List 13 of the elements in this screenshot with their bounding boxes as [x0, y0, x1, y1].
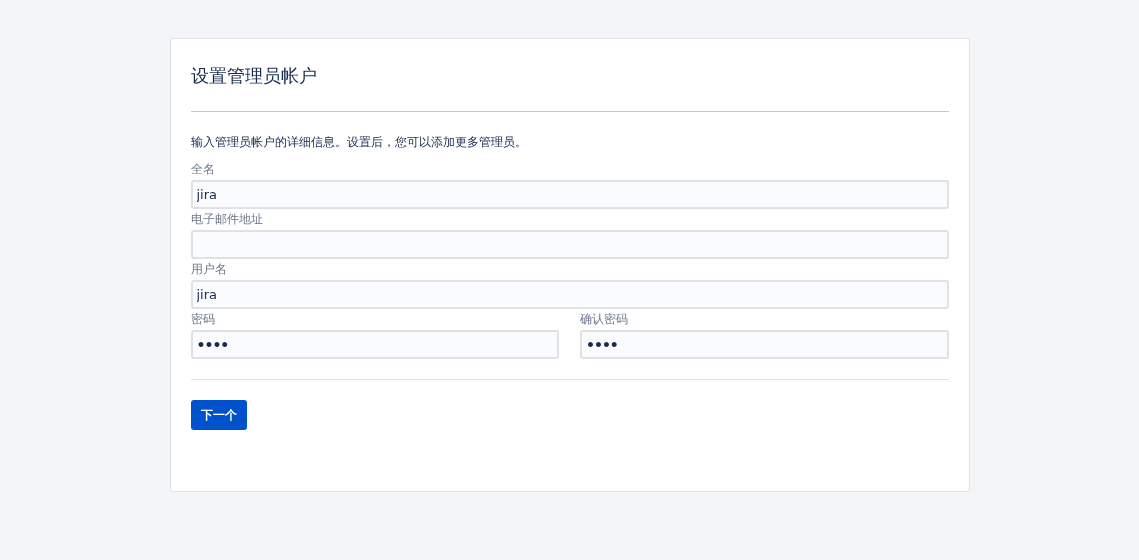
next-button[interactable]: 下一个: [190, 400, 247, 430]
description-text: 输入管理员帐户的详细信息。设置后，您可以添加更多管理员。: [190, 134, 528, 150]
text-field[interactable]: jira: [190, 180, 949, 209]
field-label: 密码: [190, 312, 215, 326]
text-field[interactable]: jira: [190, 280, 949, 309]
field-label: 用户名: [190, 262, 227, 276]
field-label: 电子邮件地址: [190, 212, 263, 226]
field-label: 全名: [190, 162, 215, 176]
page-title: 设置管理员帐户: [190, 63, 949, 112]
password-field[interactable]: ••••: [580, 330, 949, 359]
text-field[interactable]: [190, 230, 949, 259]
field-label: 确认密码: [580, 312, 628, 326]
password-field[interactable]: ••••: [190, 330, 559, 359]
